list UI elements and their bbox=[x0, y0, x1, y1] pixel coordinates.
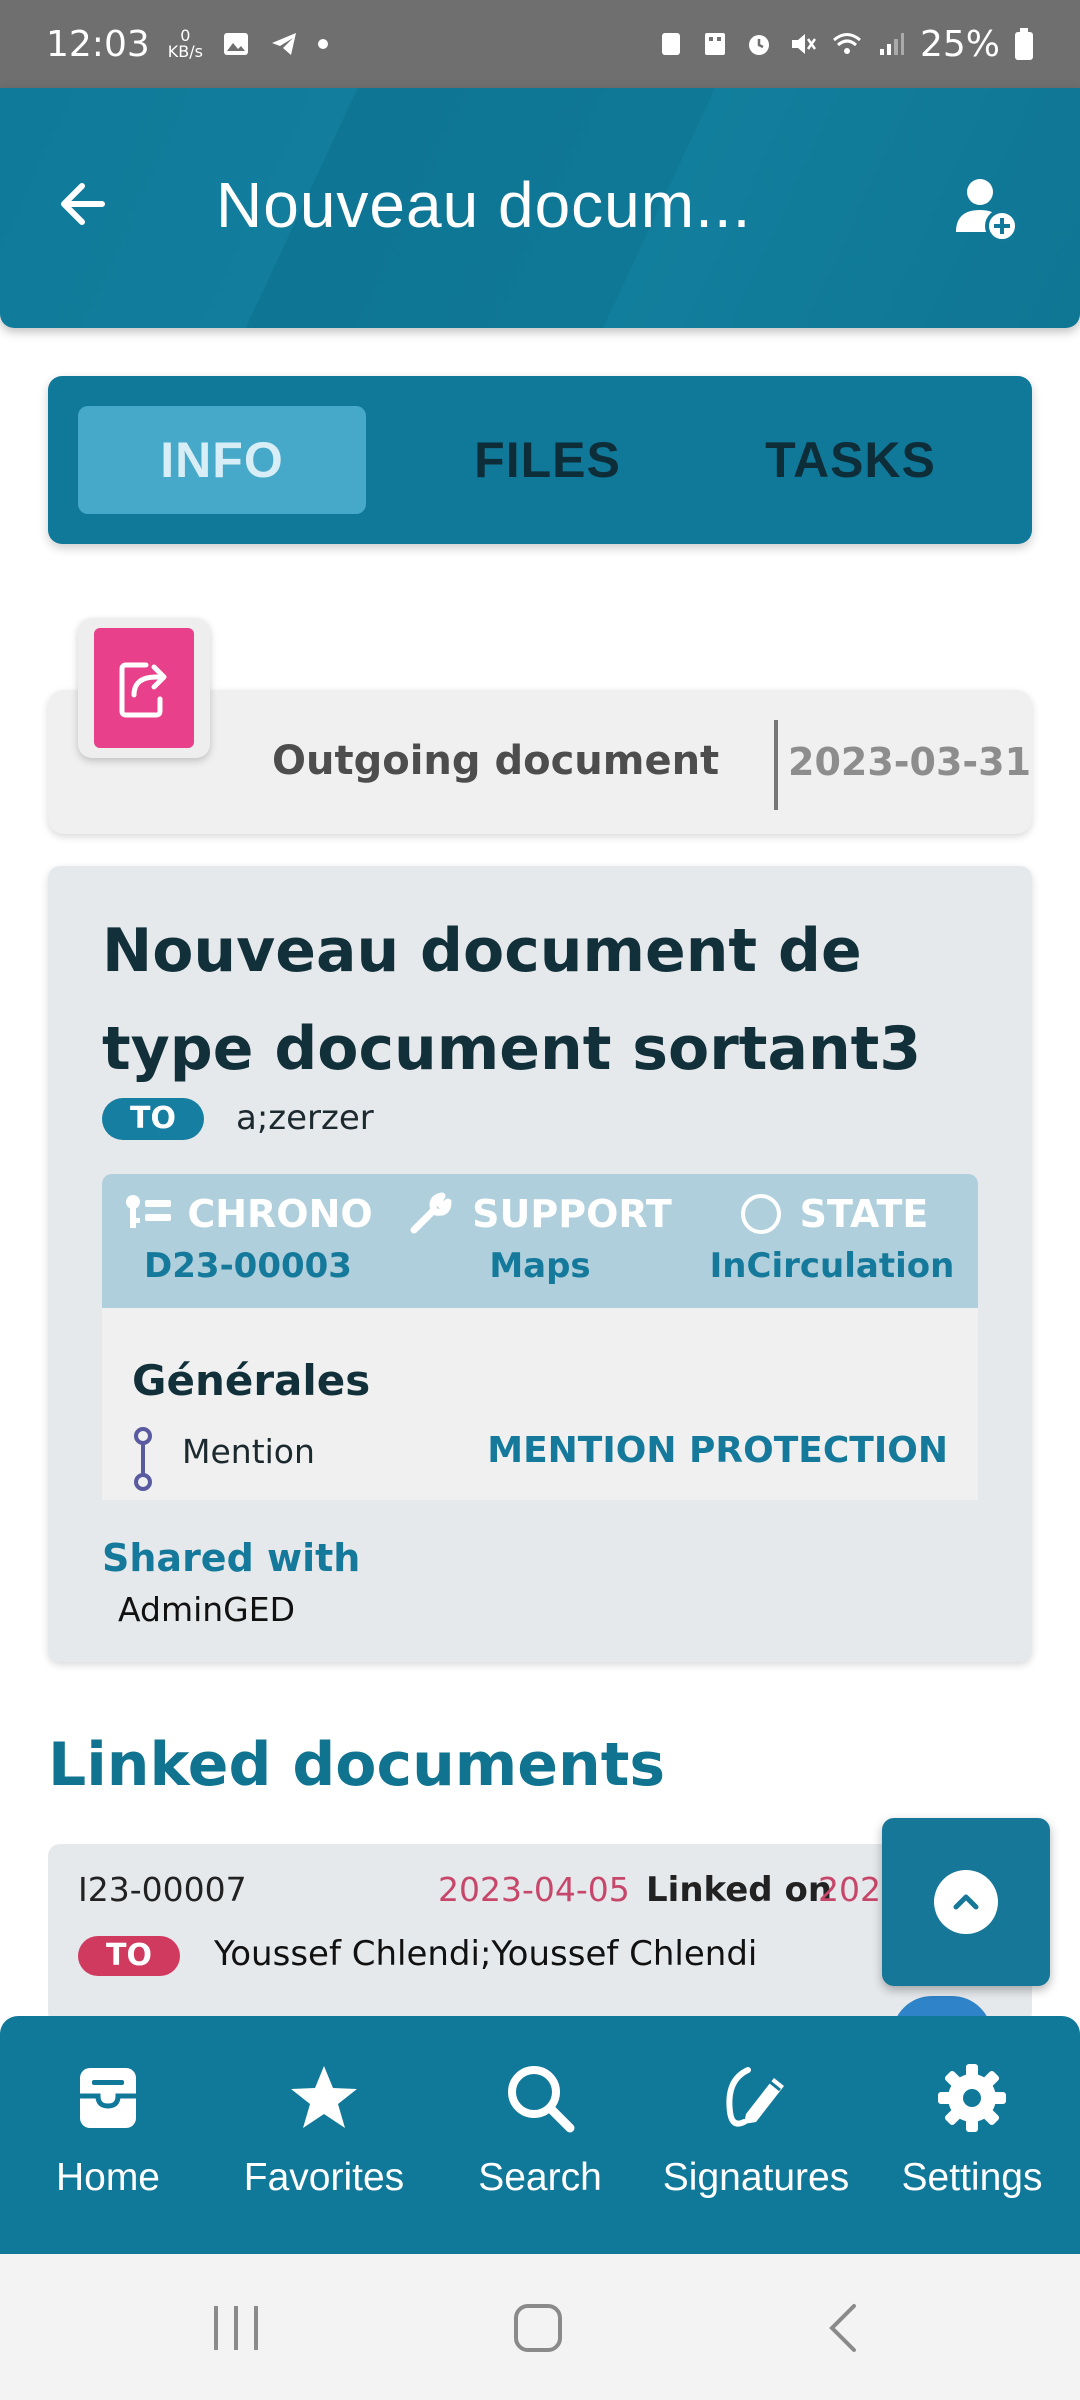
general-heading: Générales bbox=[132, 1356, 371, 1405]
gallery-icon bbox=[223, 33, 248, 55]
status-bar: 12:03 0 KB/s 25% bbox=[0, 0, 1080, 88]
chrono-icon bbox=[126, 1195, 172, 1228]
export-document-icon bbox=[119, 662, 167, 718]
telegram-icon bbox=[271, 33, 296, 55]
document-type-badge bbox=[78, 618, 210, 758]
back-icon[interactable] bbox=[814, 2300, 874, 2356]
nav-favorites-label: Favorites bbox=[243, 2156, 405, 2199]
system-nav-bar bbox=[0, 2254, 1080, 2400]
general-section: Générales Mention MENTION PROTECTION bbox=[102, 1308, 978, 1500]
linked-chrono: I23-00007 bbox=[78, 1870, 247, 1909]
nav-signatures[interactable]: Signatures bbox=[648, 2016, 864, 2254]
linked-to-badge: TO bbox=[78, 1936, 180, 1976]
nav-favorites[interactable]: Favorites bbox=[216, 2016, 432, 2254]
arrow-left-icon[interactable] bbox=[52, 172, 116, 236]
signature-icon bbox=[726, 2067, 784, 2127]
linked-recipients: Youssef Chlendi;Youssef Chlendi bbox=[214, 1934, 758, 1974]
shared-with-heading: Shared with bbox=[102, 1536, 361, 1580]
chevron-up-icon bbox=[953, 1894, 979, 1910]
tab-files[interactable]: FILES bbox=[396, 406, 699, 514]
signal-icon bbox=[879, 33, 904, 55]
document-details-card: Nouveau document de type document sortan… bbox=[48, 866, 1032, 1662]
battery-icon bbox=[1015, 28, 1033, 60]
meta-support-label: SUPPORT bbox=[472, 1192, 672, 1236]
nav-search-label: Search bbox=[478, 2156, 602, 2199]
alarm-icon bbox=[748, 35, 769, 55]
mute-icon bbox=[791, 34, 817, 54]
meta-support: SUPPORT Maps bbox=[394, 1174, 686, 1308]
nav-signatures-label: Signatures bbox=[662, 2156, 850, 2199]
tab-tasks[interactable]: TASKS bbox=[699, 406, 1002, 514]
meta-state: STATE InCirculation bbox=[686, 1174, 978, 1308]
circle-icon bbox=[740, 1194, 781, 1234]
mention-value: MENTION PROTECTION bbox=[487, 1430, 948, 1471]
document-type-label: Outgoing document bbox=[272, 738, 720, 784]
linked-on-label: Linked on bbox=[646, 1870, 833, 1910]
nav-search[interactable]: Search bbox=[432, 2016, 648, 2254]
document-title: Nouveau document de type document sortan… bbox=[102, 916, 922, 1084]
status-time: 12:03 bbox=[46, 23, 150, 65]
meta-chrono: CHRONO D23-00003 bbox=[102, 1174, 394, 1308]
linked-date: 2023-04-05 bbox=[438, 1870, 630, 1909]
page-title: Nouveau docum... bbox=[216, 169, 752, 241]
search-icon bbox=[508, 2066, 575, 2133]
meta-chrono-value: D23-00003 bbox=[144, 1246, 352, 1286]
inbox-icon bbox=[80, 2068, 136, 2128]
add-user-icon[interactable] bbox=[952, 174, 1022, 244]
nav-home[interactable]: Home bbox=[0, 2016, 216, 2254]
scroll-top-button[interactable] bbox=[882, 1818, 1050, 1986]
meta-state-label: STATE bbox=[799, 1192, 929, 1236]
meta-chrono-label: CHRONO bbox=[187, 1192, 373, 1236]
tab-info[interactable]: INFO bbox=[78, 406, 366, 514]
shared-with-value: AdminGED bbox=[118, 1590, 296, 1629]
nav-settings-label: Settings bbox=[901, 2156, 1043, 2199]
recycle-icon bbox=[661, 33, 680, 55]
star-icon bbox=[291, 2066, 357, 2128]
nav-settings[interactable]: Settings bbox=[864, 2016, 1080, 2254]
gear-icon bbox=[938, 2064, 1006, 2132]
building-icon bbox=[704, 33, 725, 55]
document-date: 2023-03-31 bbox=[788, 740, 1032, 784]
bottom-nav: Home Favorites Search Signatures Setting… bbox=[0, 2016, 1080, 2254]
tab-bar: INFO FILES TASKS bbox=[48, 376, 1032, 544]
to-badge: TO bbox=[102, 1098, 204, 1140]
home-icon[interactable] bbox=[508, 2300, 568, 2356]
network-speed-unit: KB/s bbox=[167, 42, 203, 61]
recent-apps-icon[interactable] bbox=[206, 2300, 266, 2356]
mention-label: Mention bbox=[182, 1432, 315, 1471]
meta-state-value: InCirculation bbox=[709, 1246, 955, 1286]
battery-level: 25% bbox=[919, 23, 1000, 65]
app-bar: Nouveau docum... bbox=[0, 88, 1080, 328]
network-speed: 0 KB/s bbox=[168, 28, 203, 60]
nav-home-label: Home bbox=[55, 2156, 161, 2199]
mention-icon bbox=[134, 1427, 152, 1491]
divider bbox=[774, 720, 778, 810]
document-meta: CHRONO D23-00003 SUPPORT Maps STATE InCi… bbox=[102, 1174, 978, 1308]
wifi-icon bbox=[833, 33, 861, 54]
linked-documents-heading: Linked documents bbox=[48, 1730, 666, 1800]
recipient-value: a;zerzer bbox=[236, 1098, 374, 1138]
dot-icon bbox=[317, 39, 328, 49]
wrench-icon bbox=[410, 1192, 452, 1234]
meta-support-value: Maps bbox=[489, 1246, 591, 1286]
